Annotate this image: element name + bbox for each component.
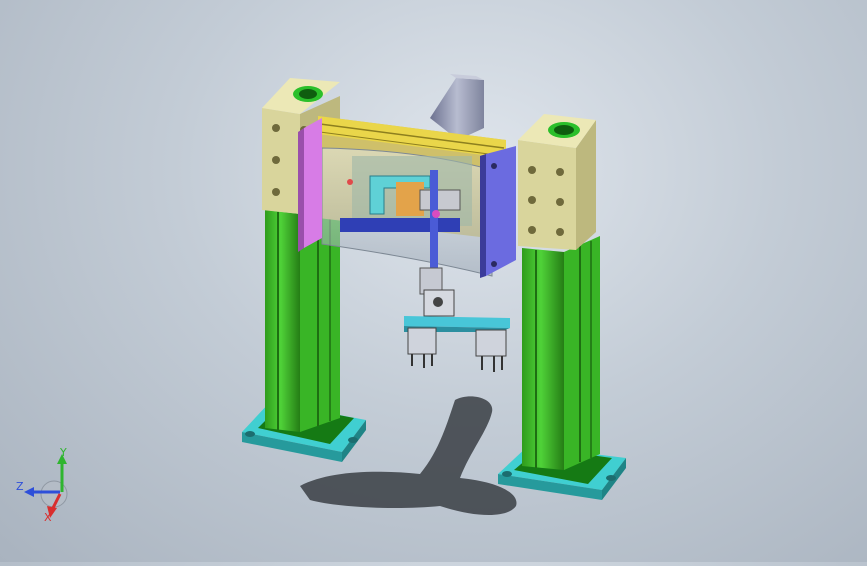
y-axis-label: Y [59, 446, 67, 459]
z-axis-label: Z [16, 480, 24, 493]
left-side-plate[interactable] [298, 118, 322, 252]
assembly-render [242, 74, 626, 516]
3d-model-viewport[interactable] [0, 0, 867, 562]
right-side-plate[interactable] [480, 146, 516, 278]
right-top-block[interactable] [518, 114, 596, 250]
axis-triad: Y Z X [10, 446, 80, 524]
z-axis-arrow-head [24, 487, 34, 497]
linear-actuator[interactable] [430, 74, 484, 140]
x-axis-label: X [44, 511, 52, 522]
right-column[interactable] [522, 236, 600, 470]
gripper-assembly[interactable] [404, 267, 510, 372]
